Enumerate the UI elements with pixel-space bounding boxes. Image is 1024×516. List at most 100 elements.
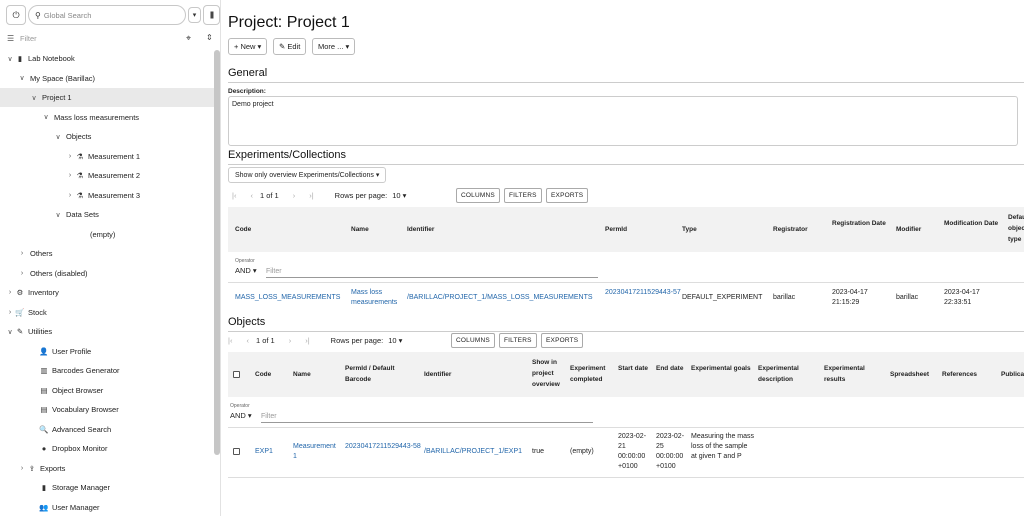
experiments-column-header[interactable]: Code [235, 224, 325, 235]
experiments-column-header[interactable]: Modification Date [944, 218, 1004, 229]
objects-column-header[interactable]: Experimental results [824, 363, 884, 385]
new-button[interactable]: + New ▾ [228, 38, 268, 55]
tree-item[interactable]: › ⇪ Exports [0, 459, 214, 478]
objects-prev-page-icon[interactable]: ‹ [246, 336, 249, 345]
object-identifier-link[interactable]: /BARILLAC/PROJECT_1/EXP1 [424, 447, 522, 457]
experiments-column-header[interactable]: PermId [605, 224, 675, 235]
experiments-column-header[interactable]: Name [351, 224, 401, 235]
collapse-icon[interactable]: ⇕ [206, 33, 213, 42]
tree-item[interactable]: › ⚙ Inventory [0, 283, 214, 302]
chevron-right-icon[interactable]: › [5, 289, 15, 296]
objects-first-page-icon[interactable]: |‹ [228, 336, 232, 345]
chevron-down-icon[interactable]: ∨ [41, 113, 51, 121]
chevron-right-icon[interactable]: › [17, 270, 27, 277]
tree-item[interactable]: › ⚗ Measurement 2 [0, 166, 214, 185]
tree-item[interactable]: ▥ Barcodes Generator [0, 361, 214, 380]
chevron-down-icon[interactable]: ∨ [53, 211, 63, 219]
objects-column-header[interactable]: Experimental goals [691, 363, 751, 374]
select-all-checkbox[interactable] [233, 371, 240, 378]
chevron-down-icon[interactable]: ∨ [5, 328, 15, 336]
rows-per-page-select[interactable]: 10 ▾ [392, 191, 406, 200]
tree-item[interactable]: ▤ Vocabulary Browser [0, 400, 214, 419]
tree-item[interactable]: › ⚗ Measurement 3 [0, 186, 214, 205]
tree-item[interactable]: ∨ My Space (Barillac) [0, 69, 214, 88]
objects-column-header[interactable]: Start date [618, 363, 648, 374]
row-select-checkbox[interactable] [233, 448, 240, 455]
objects-rows-per-page-select[interactable]: 10 ▾ [388, 336, 402, 345]
objects-column-header[interactable]: References [942, 369, 994, 380]
tree-item[interactable]: 🔍 Advanced Search [0, 420, 214, 439]
experiments-column-header[interactable]: Default object type [1008, 212, 1024, 248]
objects-column-header[interactable]: Experimental description [758, 363, 818, 385]
object-name-link[interactable]: Measurement 1 [293, 442, 341, 462]
chevron-right-icon[interactable]: › [65, 153, 75, 160]
first-page-icon[interactable]: |‹ [232, 191, 236, 200]
last-page-icon[interactable]: ›| [309, 191, 313, 200]
objects-column-header[interactable]: Identifier [424, 369, 524, 380]
chevron-right-icon[interactable]: › [65, 172, 75, 179]
objects-column-header[interactable]: Code [255, 369, 285, 380]
objects-column-header[interactable]: Spreadsheet [890, 369, 938, 380]
experiments-columns-button[interactable]: COLUMNS [456, 188, 500, 203]
locate-icon[interactable]: ⌖ [186, 33, 191, 44]
tree-item[interactable]: ∨ ✎ Utilities [0, 322, 214, 341]
objects-column-header[interactable]: End date [656, 363, 686, 374]
experiments-exports-button[interactable]: EXPORTS [546, 188, 589, 203]
tree-item[interactable]: › Others [0, 244, 214, 263]
experiments-column-header[interactable]: Registration Date [832, 218, 888, 229]
object-code-link[interactable]: EXP1 [255, 447, 273, 457]
objects-columns-button[interactable]: COLUMNS [451, 333, 495, 348]
tree-item[interactable]: › ⚗ Measurement 1 [0, 147, 214, 166]
chevron-right-icon[interactable]: › [5, 309, 15, 316]
tree-item[interactable]: ▤ Object Browser [0, 381, 214, 400]
objects-column-header[interactable]: Publication [1001, 369, 1024, 380]
search-scope-dropdown[interactable]: ▾ [188, 7, 201, 23]
experiments-column-header[interactable]: Identifier [407, 224, 597, 235]
experiment-code-link[interactable]: MASS_LOSS_MEASUREMENTS [235, 293, 340, 303]
tree-item[interactable]: (empty) [0, 225, 214, 244]
tree-item[interactable]: ∨ Project 1 [0, 88, 214, 107]
experiments-filters-button[interactable]: FILTERS [504, 188, 542, 203]
tree-item[interactable]: ∨ ▮ Lab Notebook [0, 49, 214, 68]
sidebar-scrollbar[interactable] [214, 50, 220, 455]
tree-item[interactable]: 👤 User Profile [0, 342, 214, 361]
object-permid-link[interactable]: 20230417211529443-58 [345, 442, 421, 452]
experiments-column-header[interactable]: Modifier [896, 224, 936, 235]
chevron-right-icon[interactable]: › [17, 465, 27, 472]
objects-filters-button[interactable]: FILTERS [499, 333, 537, 348]
objects-filter-input[interactable]: Filter [261, 411, 593, 423]
tree-item[interactable]: › Others (disabled) [0, 264, 214, 283]
global-search-input[interactable]: ⚲ Global Search [28, 5, 186, 25]
next-page-icon[interactable]: › [293, 191, 296, 200]
chevron-right-icon[interactable]: › [65, 192, 75, 199]
chevron-down-icon[interactable]: ∨ [5, 55, 15, 63]
edit-button[interactable]: ✎ Edit [273, 38, 307, 55]
tree-item[interactable]: ▮ Storage Manager [0, 478, 214, 497]
chevron-down-icon[interactable]: ∨ [53, 133, 63, 141]
tree-filter-input[interactable]: Filter [20, 34, 37, 43]
chevron-down-icon[interactable]: ∨ [17, 74, 27, 82]
tree-item[interactable]: 👥 User Manager [0, 498, 214, 516]
objects-exports-button[interactable]: EXPORTS [541, 333, 584, 348]
experiments-operator-select[interactable]: AND ▾ [235, 266, 257, 275]
objects-next-page-icon[interactable]: › [289, 336, 292, 345]
objects-column-header[interactable]: Experiment completed [570, 363, 614, 385]
experiment-name-link[interactable]: Mass loss measurements [351, 288, 401, 308]
chevron-right-icon[interactable]: › [17, 250, 27, 257]
tree-item[interactable]: ∨ Mass loss measurements [0, 108, 214, 127]
experiments-column-header[interactable]: Type [682, 224, 762, 235]
more-button[interactable]: More ... ▾ [312, 38, 356, 55]
power-icon[interactable]: ⏻ [6, 5, 26, 25]
experiment-permid-link[interactable]: 20230417211529443-57 [605, 288, 681, 298]
objects-column-header[interactable]: Name [293, 369, 333, 380]
tree-item[interactable]: ∨ Data Sets [0, 205, 214, 224]
experiments-column-header[interactable]: Registrator [773, 224, 823, 235]
objects-last-page-icon[interactable]: ›| [305, 336, 309, 345]
tree-item[interactable]: ∨ Objects [0, 127, 214, 146]
prev-page-icon[interactable]: ‹ [250, 191, 253, 200]
tree-item[interactable]: › 🛒 Stock [0, 303, 214, 322]
barcode-icon[interactable]: ||| [203, 5, 220, 25]
tree-item[interactable]: ● Dropbox Monitor [0, 439, 214, 458]
objects-column-header[interactable]: PermId / Default Barcode [345, 363, 417, 385]
experiments-overview-select[interactable]: Show only overview Experiments/Collectio… [228, 167, 387, 183]
